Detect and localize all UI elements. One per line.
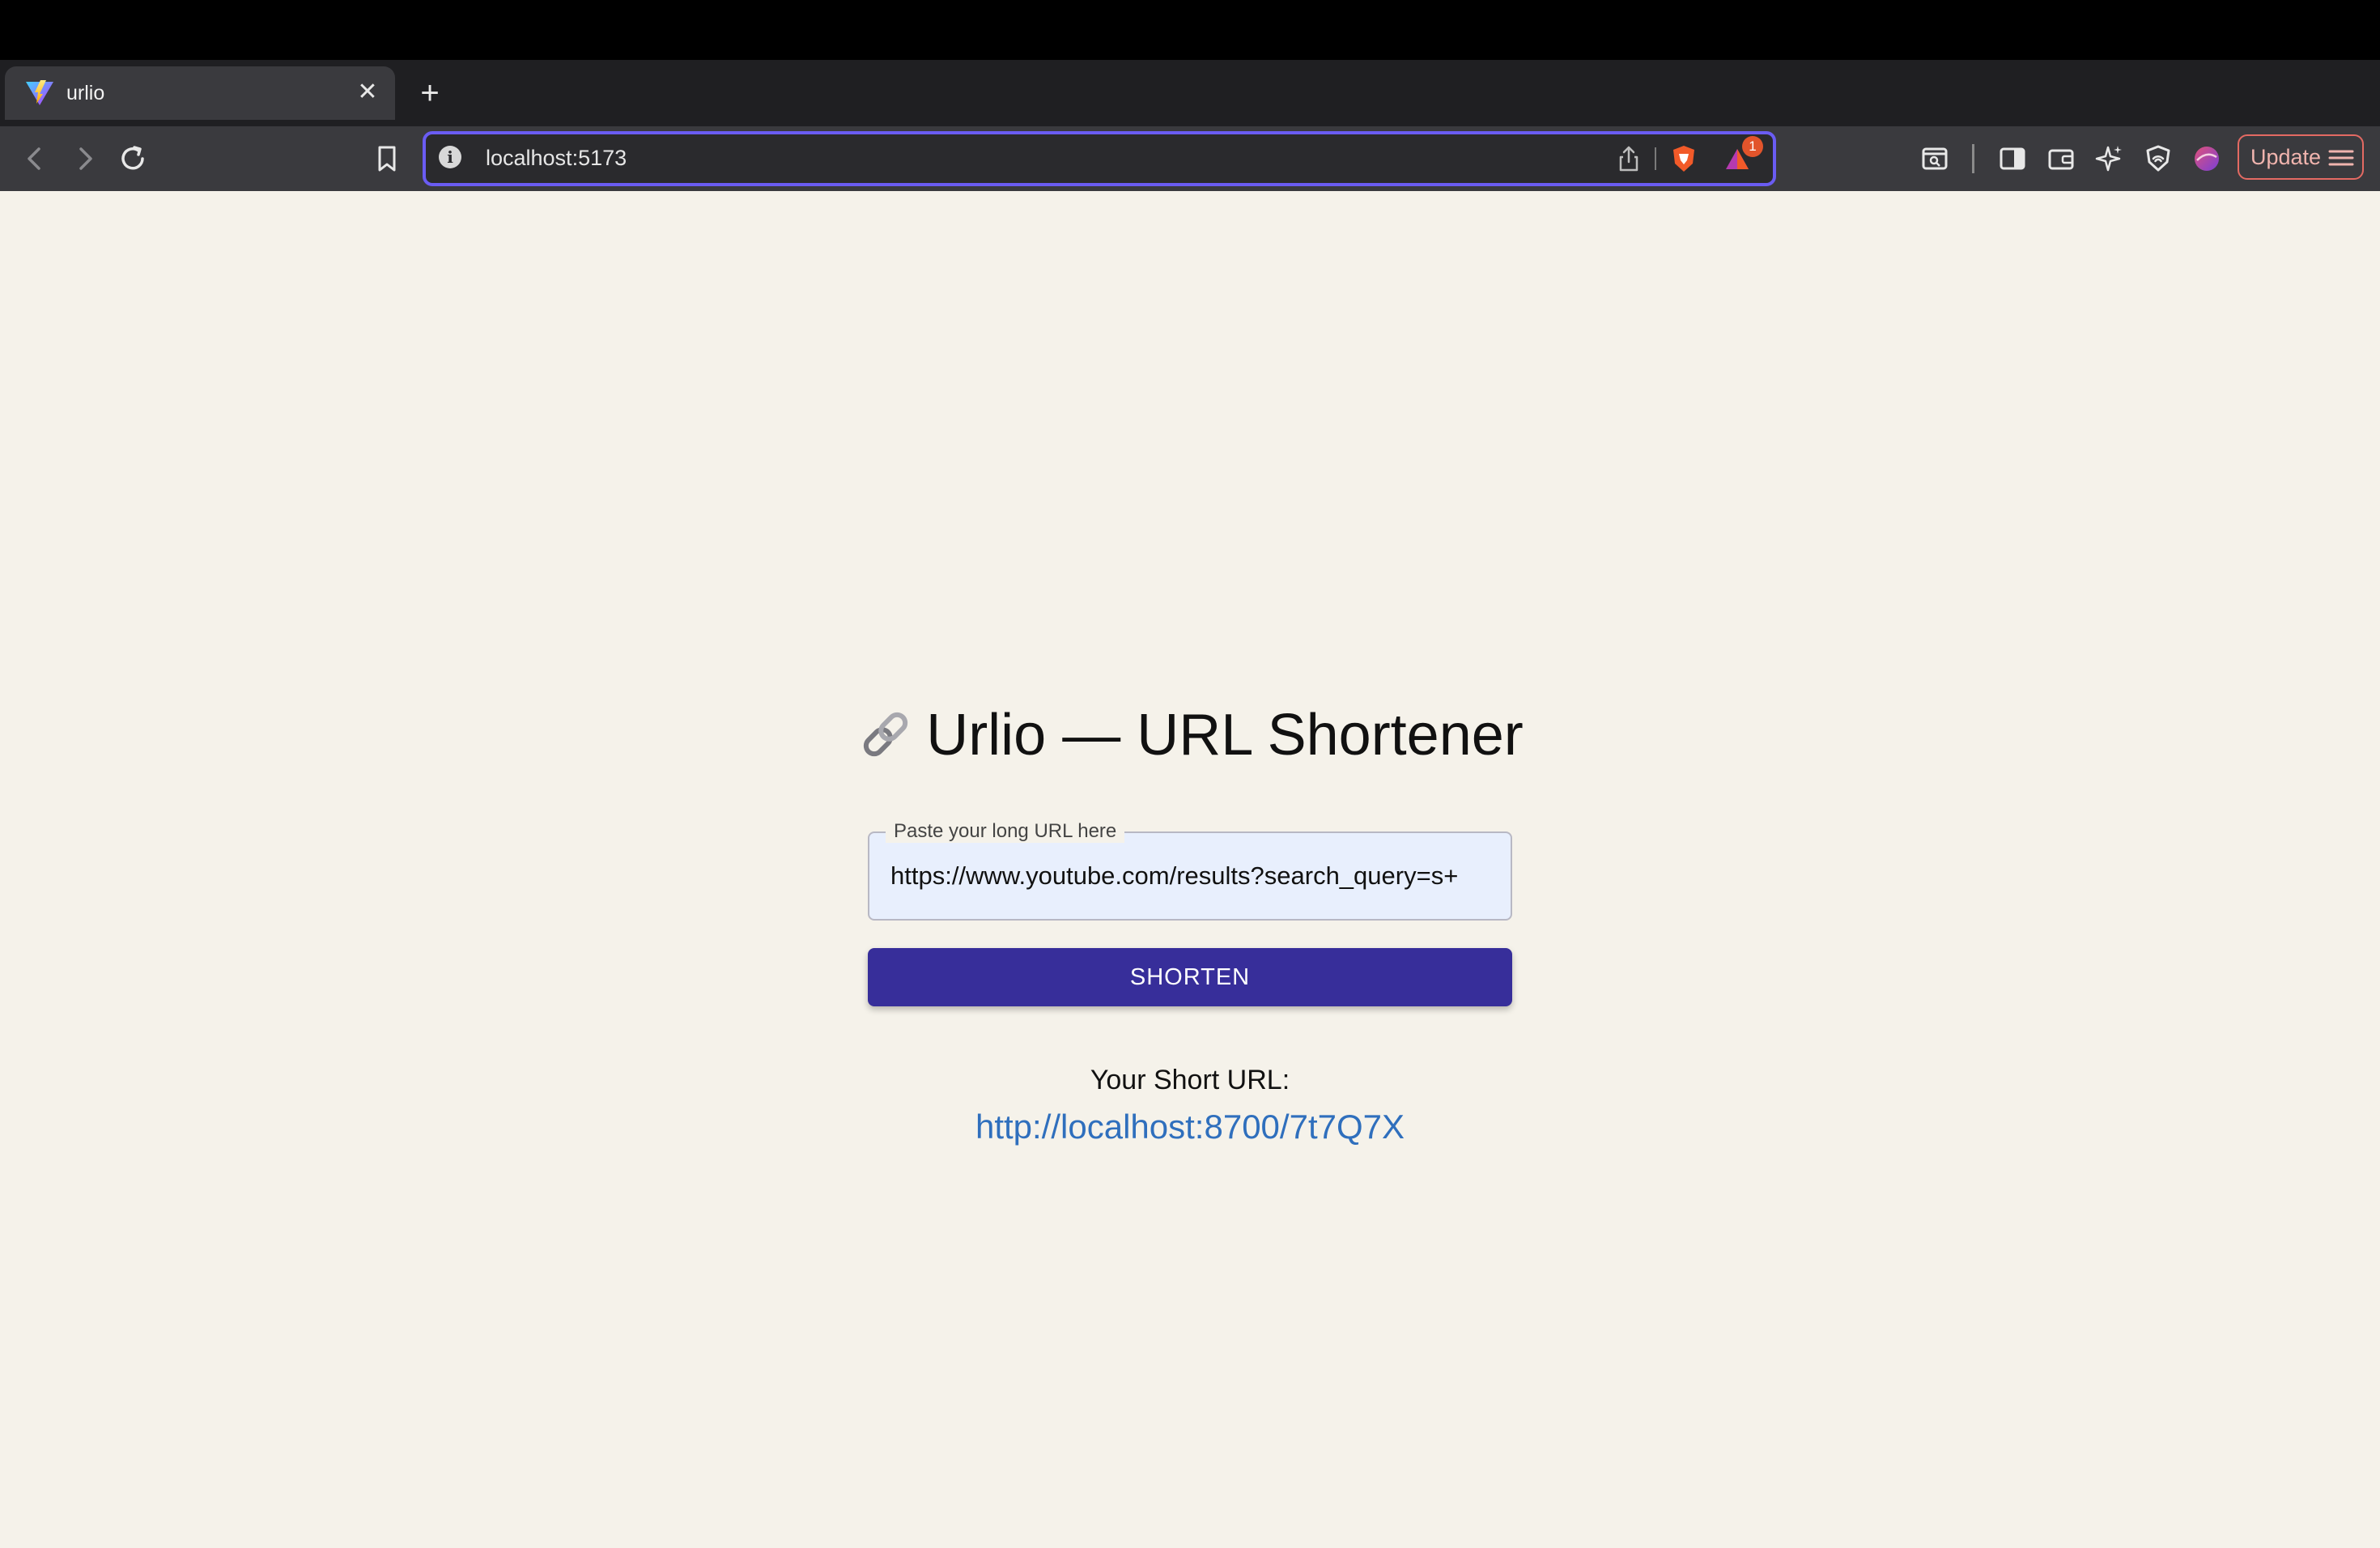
hamburger-menu-icon: [2328, 150, 2354, 166]
sidebar-icon[interactable]: [1993, 139, 2032, 178]
link-icon: [864, 712, 908, 757]
share-icon[interactable]: [1613, 142, 1645, 175]
page-title-text: Urlio — URL Shortener: [926, 703, 1524, 768]
rewards-badge: 1: [1742, 136, 1763, 157]
page-content: Urlio — URL Shortener Paste your long UR…: [0, 191, 2380, 1548]
menu-bar-area: [0, 0, 2380, 60]
bookmark-icon[interactable]: [368, 139, 406, 178]
vite-logo-icon: [26, 80, 53, 105]
tab-title: urlio: [66, 82, 105, 104]
leo-ai-icon[interactable]: [2090, 139, 2129, 178]
tab-urlio[interactable]: urlio ✕: [5, 66, 395, 120]
vpn-icon[interactable]: [2139, 139, 2178, 178]
short-url-link[interactable]: http://localhost:8700/7t7Q7X: [0, 1106, 2380, 1148]
long-url-label: Paste your long URL here: [886, 820, 1125, 843]
short-url-label: Your Short URL:: [1090, 1065, 1290, 1095]
screen: urlio ✕ + i localhost:5173 1 Update Urli…: [0, 0, 2380, 1548]
url-text[interactable]: localhost:5173: [486, 144, 627, 172]
site-info-icon[interactable]: i: [439, 146, 461, 168]
new-tab-button[interactable]: +: [414, 77, 445, 109]
tab-strip: urlio ✕ +: [0, 60, 2380, 126]
page-title: Urlio — URL Shortener: [0, 701, 2380, 769]
back-arrow-icon[interactable]: [16, 139, 55, 178]
long-url-input[interactable]: https://www.youtube.com/results?search_q…: [890, 861, 1491, 891]
forward-arrow-icon[interactable]: [65, 139, 104, 178]
profile-icon[interactable]: [2187, 139, 2226, 178]
page-search-icon[interactable]: [1915, 139, 1954, 178]
toolbar-separator: [1972, 144, 1974, 173]
update-button[interactable]: Update: [2238, 134, 2364, 180]
close-tab-icon[interactable]: ✕: [353, 78, 382, 107]
reload-icon[interactable]: [113, 139, 152, 178]
long-url-field[interactable]: Paste your long URL here https://www.you…: [868, 820, 1512, 921]
address-bar[interactable]: i localhost:5173 1: [423, 131, 1776, 186]
update-label: Update: [2250, 145, 2322, 169]
wallet-icon[interactable]: [2042, 139, 2080, 178]
brave-shields-icon[interactable]: [1668, 142, 1700, 175]
address-separator: [1655, 147, 1656, 170]
browser-toolbar: i localhost:5173 1 Update: [0, 126, 2380, 191]
shorten-button[interactable]: SHORTEN: [868, 948, 1512, 1006]
